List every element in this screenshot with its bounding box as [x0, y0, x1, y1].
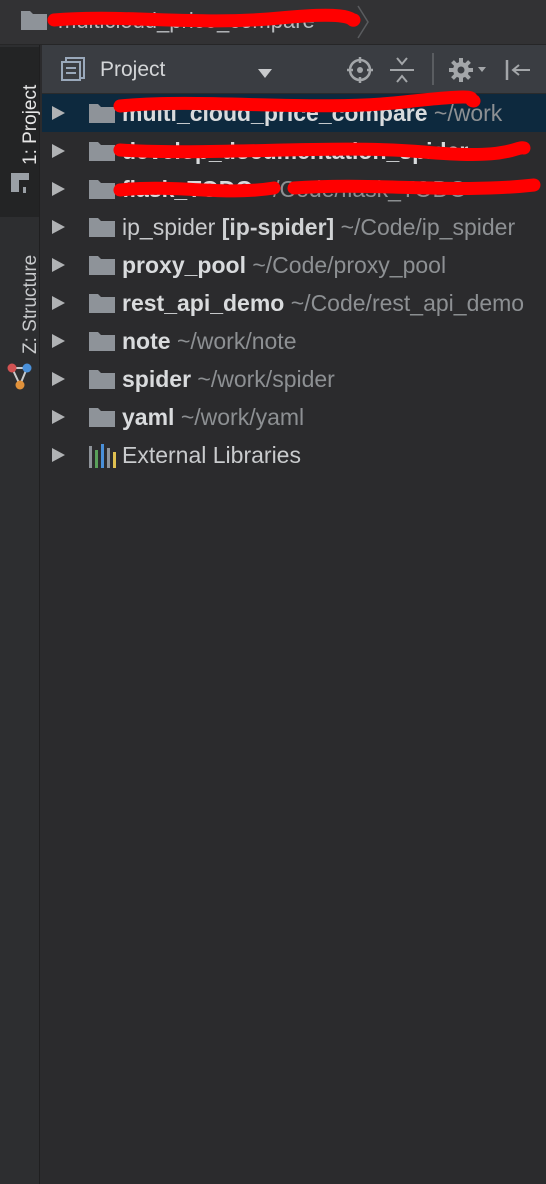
- tab-project-label: 1: Project: [20, 84, 41, 165]
- collapse-all-icon[interactable]: [390, 56, 414, 89]
- redaction-mark: [47, 8, 361, 28]
- tree-item[interactable]: flask_TODO ~/Code/flask_TODO: [42, 170, 546, 208]
- expand-arrow-icon[interactable]: [52, 182, 65, 196]
- tab-project[interactable]: 1: Project: [0, 47, 41, 217]
- expand-arrow-icon[interactable]: [52, 372, 65, 386]
- item-path: ~/Code/proxy_pool: [252, 252, 447, 278]
- chevron-right-icon: [356, 4, 370, 45]
- project-tree: multi_cloud_price_compare ~/work develop…: [42, 90, 546, 1184]
- expand-arrow-icon[interactable]: [52, 258, 65, 272]
- folder-icon: [88, 102, 116, 129]
- project-icon: [9, 173, 31, 200]
- tree-item[interactable]: External Libraries: [42, 436, 546, 474]
- project-toolbar: Project: [42, 45, 546, 94]
- locate-icon[interactable]: [347, 57, 373, 88]
- redaction-mark: [113, 90, 481, 113]
- tree-item[interactable]: multi_cloud_price_compare ~/work: [42, 90, 546, 132]
- dropdown-arrow-icon[interactable]: [258, 65, 272, 83]
- gear-icon[interactable]: [448, 57, 488, 88]
- redaction-mark: [113, 141, 531, 161]
- tree-item[interactable]: develop_documentation_spider ~: [42, 132, 546, 170]
- tree-item[interactable]: note ~/work/note: [42, 322, 546, 360]
- item-name: yaml: [122, 404, 175, 430]
- folder-icon: [88, 330, 116, 357]
- item-module: [ip-spider]: [221, 214, 335, 240]
- item-name: ip_spider: [122, 214, 216, 240]
- folder-icon: [88, 368, 116, 395]
- item-path: ~/work/spider: [197, 366, 335, 392]
- item-path: ~/Code/rest_api_demo: [290, 290, 525, 316]
- tree-item[interactable]: proxy_pool ~/Code/proxy_pool: [42, 246, 546, 284]
- expand-arrow-icon[interactable]: [52, 410, 65, 424]
- libraries-icon: [88, 444, 116, 473]
- hide-panel-icon[interactable]: [504, 58, 532, 87]
- tool-window-strip: 1: Project Z: Structure: [0, 45, 41, 1184]
- redaction-mark: [113, 178, 541, 198]
- folder-icon: [88, 254, 116, 281]
- project-view-icon: [60, 57, 88, 86]
- folder-icon: [88, 216, 116, 243]
- expand-arrow-icon[interactable]: [52, 334, 65, 348]
- folder-icon: [88, 292, 116, 319]
- expand-arrow-icon[interactable]: [52, 448, 65, 462]
- folder-icon: [88, 178, 116, 205]
- folder-icon: [88, 140, 116, 167]
- tree-item[interactable]: rest_api_demo ~/Code/rest_api_demo: [42, 284, 546, 322]
- folder-icon: [20, 9, 48, 36]
- item-path: ~/work/yaml: [180, 404, 305, 430]
- toolbar-divider: [432, 53, 434, 85]
- navigation-bar: multicloud_price_compare: [0, 0, 546, 45]
- expand-arrow-icon[interactable]: [52, 144, 65, 158]
- expand-arrow-icon[interactable]: [52, 296, 65, 310]
- item-name: External Libraries: [122, 442, 301, 468]
- tree-item[interactable]: spider ~/work/spider: [42, 360, 546, 398]
- expand-arrow-icon[interactable]: [52, 106, 65, 120]
- tree-item[interactable]: yaml ~/work/yaml: [42, 398, 546, 436]
- item-name: spider: [122, 366, 192, 392]
- item-name: proxy_pool: [122, 252, 246, 278]
- item-path: ~/Code/ip_spider: [340, 214, 516, 240]
- view-selector[interactable]: Project: [100, 58, 165, 82]
- folder-icon: [88, 406, 116, 433]
- item-name: note: [122, 328, 171, 354]
- item-path: ~/work/note: [176, 328, 297, 354]
- tab-structure[interactable]: Z: Structure: [0, 230, 41, 390]
- expand-arrow-icon[interactable]: [52, 220, 65, 234]
- tab-structure-label: Z: Structure: [20, 254, 41, 354]
- structure-icon: [7, 363, 33, 396]
- item-name: rest_api_demo: [122, 290, 285, 316]
- tree-item[interactable]: ip_spider [ip-spider] ~/Code/ip_spider: [42, 208, 546, 246]
